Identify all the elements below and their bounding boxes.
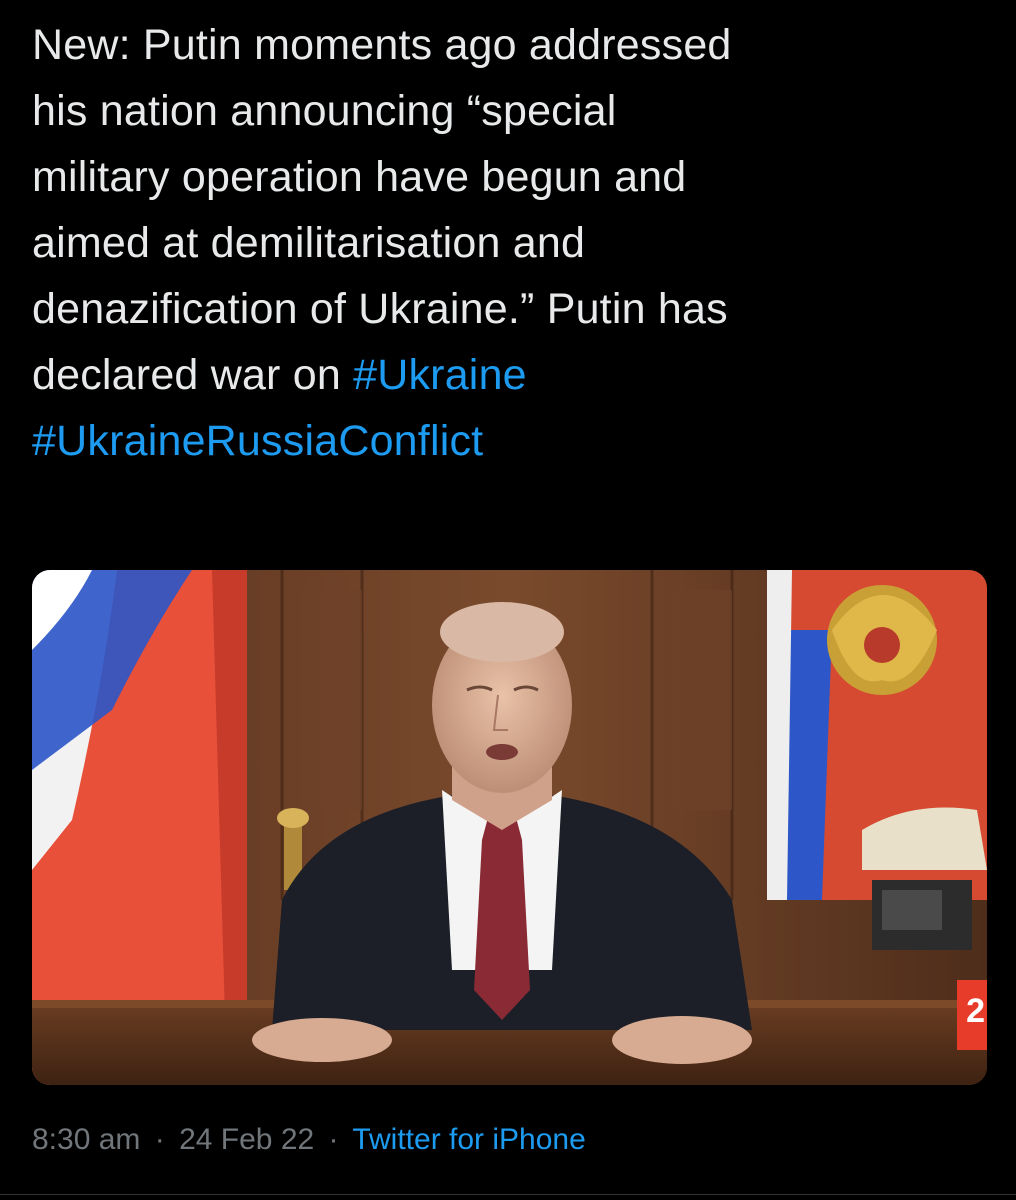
tweet-text-line: aimed at demilitarisation and — [32, 219, 586, 267]
divider — [0, 1194, 1016, 1195]
tweet-text-line: denazification of Ukraine.” Putin has — [32, 285, 728, 333]
meta-separator: · — [328, 1123, 339, 1156]
tweet-media-image[interactable]: 2 — [32, 570, 987, 1085]
channel-badge: 2 — [966, 992, 985, 1030]
hashtag-link-ukraine-russia-conflict[interactable]: #UkraineRussiaConflict — [32, 417, 483, 465]
tweet-text: New: Putin moments ago addressed his nat… — [32, 12, 992, 474]
speech-video-still — [32, 570, 987, 1085]
hashtag-link-ukraine[interactable]: #Ukraine — [353, 351, 527, 399]
tweet-text-line: #UkraineRussiaConflict — [32, 408, 992, 474]
tweet-text-line: New: Putin moments ago addressed — [32, 21, 732, 69]
tweet-meta: 8:30 am · 24 Feb 22 · Twitter for iPhone — [32, 1118, 586, 1162]
meta-separator: · — [154, 1123, 165, 1156]
tweet-text-line: military operation have begun and — [32, 153, 687, 201]
tweet: New: Putin moments ago addressed his nat… — [0, 0, 1016, 1200]
tweet-date[interactable]: 24 Feb 22 — [179, 1123, 314, 1156]
tweet-text-line: his nation announcing “special — [32, 87, 617, 135]
tweet-time[interactable]: 8:30 am — [32, 1123, 140, 1156]
tweet-source-link[interactable]: Twitter for iPhone — [352, 1123, 585, 1156]
tweet-text-fragment: declared war on — [32, 351, 354, 399]
tweet-text-line: declared war on #Ukraine — [32, 342, 992, 408]
